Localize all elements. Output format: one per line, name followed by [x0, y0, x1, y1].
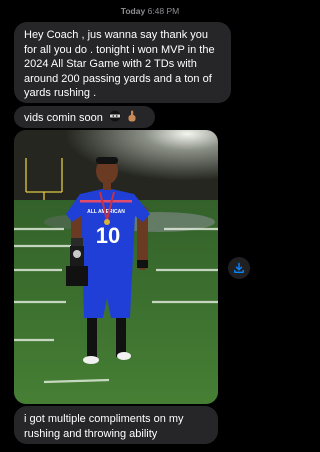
- index-pointing-emoji: [127, 110, 137, 127]
- photo-attachment[interactable]: ALL AMERICAN 10: [14, 130, 218, 404]
- ninja-emoji: [109, 110, 121, 127]
- save-attachment-button[interactable]: [228, 257, 250, 279]
- message-timestamp: Today 6:48 PM: [0, 6, 300, 16]
- message-bubble[interactable]: vids comin soon: [14, 106, 155, 128]
- timestamp-time: 6:48 PM: [147, 6, 180, 16]
- message-text: i got multiple compliments on my rushing…: [24, 413, 184, 440]
- jersey-number: 10: [96, 223, 120, 248]
- download-icon: [234, 262, 244, 273]
- message-text: Hey Coach , jus wanna say thank you for …: [24, 29, 215, 99]
- timestamp-day: Today: [120, 6, 146, 16]
- message-bubble[interactable]: i got multiple compliments on my rushing…: [14, 406, 218, 444]
- message-text: vids comin soon: [24, 112, 103, 125]
- message-bubble[interactable]: Hey Coach , jus wanna say thank you for …: [14, 22, 231, 103]
